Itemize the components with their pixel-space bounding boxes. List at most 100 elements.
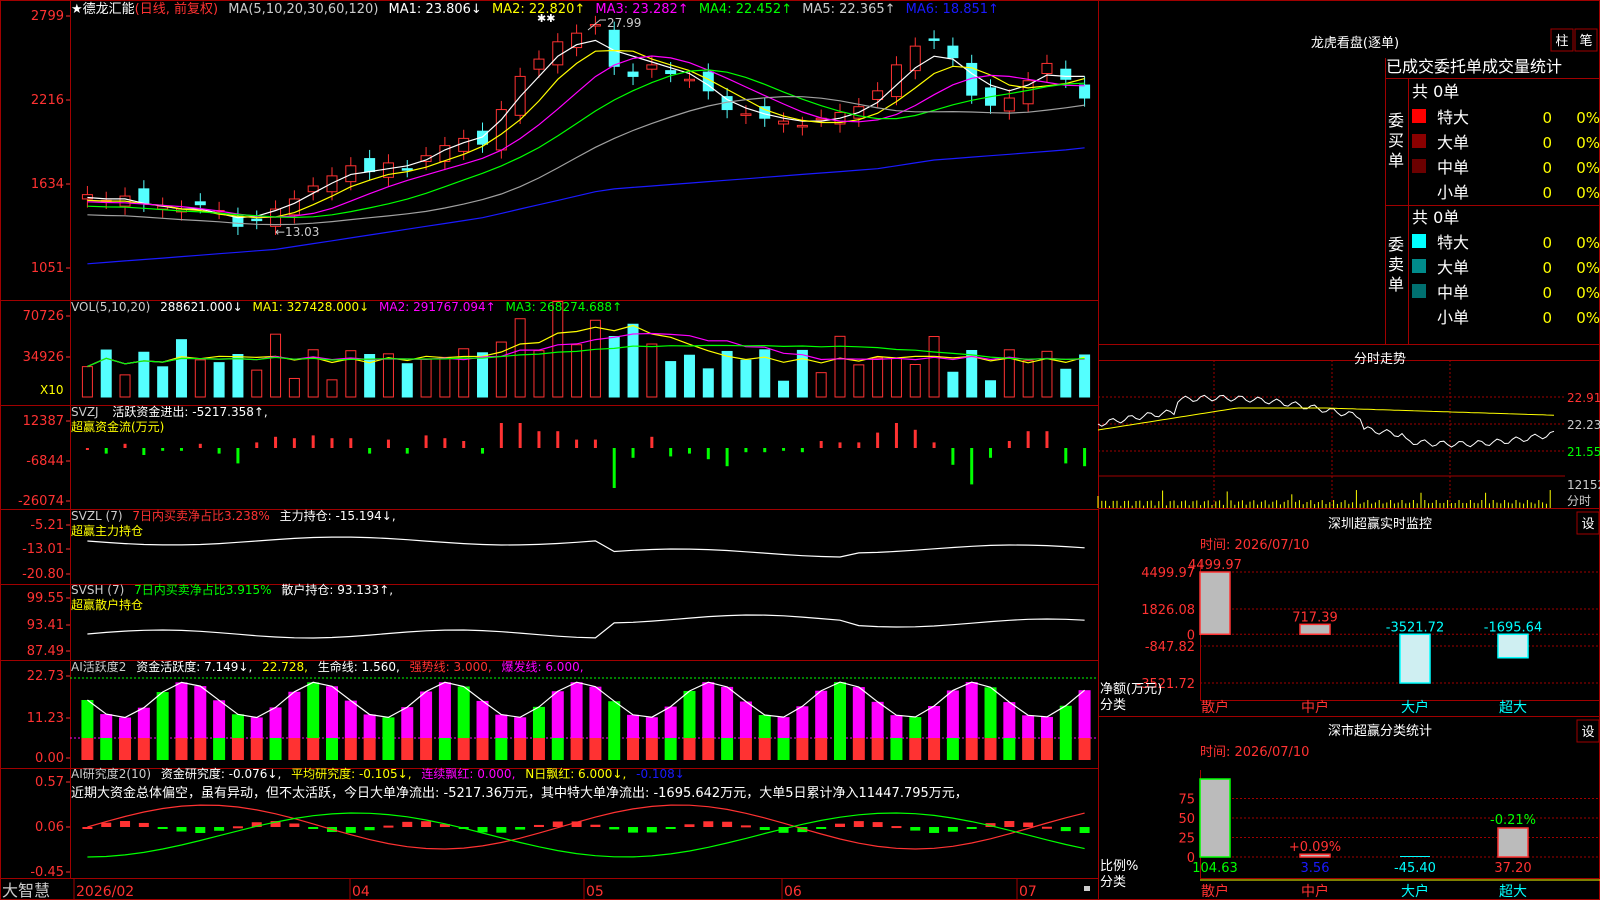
volume-bar[interactable] (853, 364, 865, 398)
volume-bar[interactable] (138, 351, 150, 398)
volume-bar[interactable] (288, 377, 300, 398)
flow-bar (857, 442, 861, 448)
candle[interactable] (552, 41, 564, 66)
candle[interactable] (665, 70, 677, 75)
volume-bar[interactable] (872, 357, 884, 398)
volume-bar[interactable] (608, 336, 620, 398)
y-tick-label: 0.57 (35, 775, 64, 790)
sz-class-category: 超大 (1499, 884, 1527, 900)
sz-monitor-bar[interactable] (1497, 633, 1529, 659)
candle[interactable] (947, 45, 959, 59)
candle[interactable] (872, 90, 884, 100)
flow-bar (161, 448, 165, 451)
volume-bar[interactable] (157, 366, 169, 398)
volume-bar[interactable] (947, 371, 959, 398)
volume-bar[interactable] (740, 359, 752, 398)
candle[interactable] (796, 124, 808, 128)
candle[interactable] (646, 64, 658, 70)
candle[interactable] (1003, 97, 1015, 112)
volume-bar[interactable] (514, 318, 526, 398)
activity-bar (1078, 690, 1091, 738)
svzl-panel[interactable] (87, 536, 1085, 558)
volume-bar[interactable] (928, 336, 940, 398)
volume-bar[interactable] (646, 343, 658, 398)
candle[interactable] (1079, 84, 1091, 99)
volume-bar[interactable] (175, 339, 187, 398)
volume-bar[interactable] (1022, 360, 1034, 398)
volume-bar[interactable] (251, 369, 263, 398)
price-panel[interactable] (81, 15, 1091, 265)
candle[interactable] (909, 45, 921, 72)
candle[interactable] (683, 78, 695, 82)
candle[interactable] (1041, 62, 1053, 75)
candle[interactable] (627, 71, 639, 77)
svsh-panel[interactable] (87, 614, 1085, 639)
candle[interactable] (533, 58, 545, 70)
volume-bar[interactable] (721, 350, 733, 398)
volume-bar[interactable] (778, 380, 790, 398)
volume-bar[interactable] (401, 363, 413, 398)
candle[interactable] (364, 158, 376, 173)
candle[interactable] (778, 120, 790, 125)
volume-bar[interactable] (589, 319, 601, 398)
candle[interactable] (458, 137, 470, 152)
volume-bar[interactable] (571, 344, 583, 398)
volume-bar[interactable] (119, 374, 131, 398)
volume-bar[interactable] (326, 379, 338, 398)
candle[interactable] (251, 218, 263, 222)
volume-bar[interactable] (81, 366, 93, 398)
volume-bar[interactable] (890, 357, 902, 398)
volume-bar[interactable] (796, 349, 808, 398)
sz-monitor-bar[interactable] (1399, 633, 1431, 684)
candle[interactable] (740, 113, 752, 116)
tab-volume-stats[interactable]: 成交量统计 (1482, 57, 1562, 76)
candle[interactable] (1022, 80, 1034, 105)
volume-bar[interactable] (194, 359, 206, 398)
volume-bar[interactable] (382, 353, 394, 398)
volume-bar[interactable] (477, 352, 489, 398)
tab-orders[interactable]: 委托单 (1434, 57, 1482, 76)
sz-monitor-bar[interactable] (1299, 623, 1331, 636)
ma3-line (87, 55, 1085, 218)
candle[interactable] (571, 32, 583, 49)
ai-activity-panel[interactable] (70, 677, 1098, 760)
volume-bar[interactable] (100, 349, 112, 398)
sz-class-bar[interactable] (1400, 856, 1430, 857)
candle[interactable] (1060, 68, 1072, 80)
lhb-tabs[interactable]: 已成交 委托单 成交量统计 (1386, 57, 1562, 76)
svzj-panel[interactable] (85, 423, 1087, 488)
volume-bar[interactable] (213, 362, 225, 398)
candle[interactable] (890, 64, 902, 98)
volume-bar[interactable] (270, 333, 282, 398)
kline-chart-area[interactable]: 2799 2216 1634 1051 70726 34926 12387 -6844 -260… (0, 0, 1600, 900)
row-pct: 0% (1576, 184, 1600, 202)
volume-bar[interactable] (665, 361, 677, 398)
volume-bar[interactable] (420, 358, 432, 398)
volume-bar[interactable] (552, 301, 564, 398)
volume-bar[interactable] (909, 363, 921, 398)
sz-monitor-bar[interactable] (1199, 571, 1231, 636)
volume-bar[interactable] (364, 354, 376, 398)
candle[interactable] (928, 38, 940, 41)
lock-icon[interactable] (1084, 886, 1090, 891)
volume-bar[interactable] (533, 350, 545, 398)
sz-class-bar[interactable] (1199, 778, 1231, 858)
volume-bar[interactable] (1079, 354, 1091, 398)
volume-bar[interactable] (683, 354, 695, 398)
volume-bar[interactable] (702, 368, 714, 398)
volume-bar[interactable] (232, 354, 244, 398)
candle[interactable] (138, 188, 150, 204)
candle[interactable] (326, 175, 338, 193)
candle[interactable] (589, 24, 601, 27)
ai-research-panel[interactable] (82, 804, 1090, 858)
candle[interactable] (401, 168, 413, 171)
volume-bar[interactable] (985, 380, 997, 398)
volume-bar[interactable] (834, 335, 846, 398)
candle[interactable] (194, 201, 206, 206)
volume-bar[interactable] (439, 356, 451, 398)
tab-filled[interactable]: 已成交 (1386, 57, 1434, 76)
sz-class-bar[interactable] (1497, 827, 1529, 858)
volume-panel[interactable] (81, 301, 1091, 398)
volume-bar[interactable] (1060, 368, 1072, 398)
volume-bar[interactable] (815, 372, 827, 398)
